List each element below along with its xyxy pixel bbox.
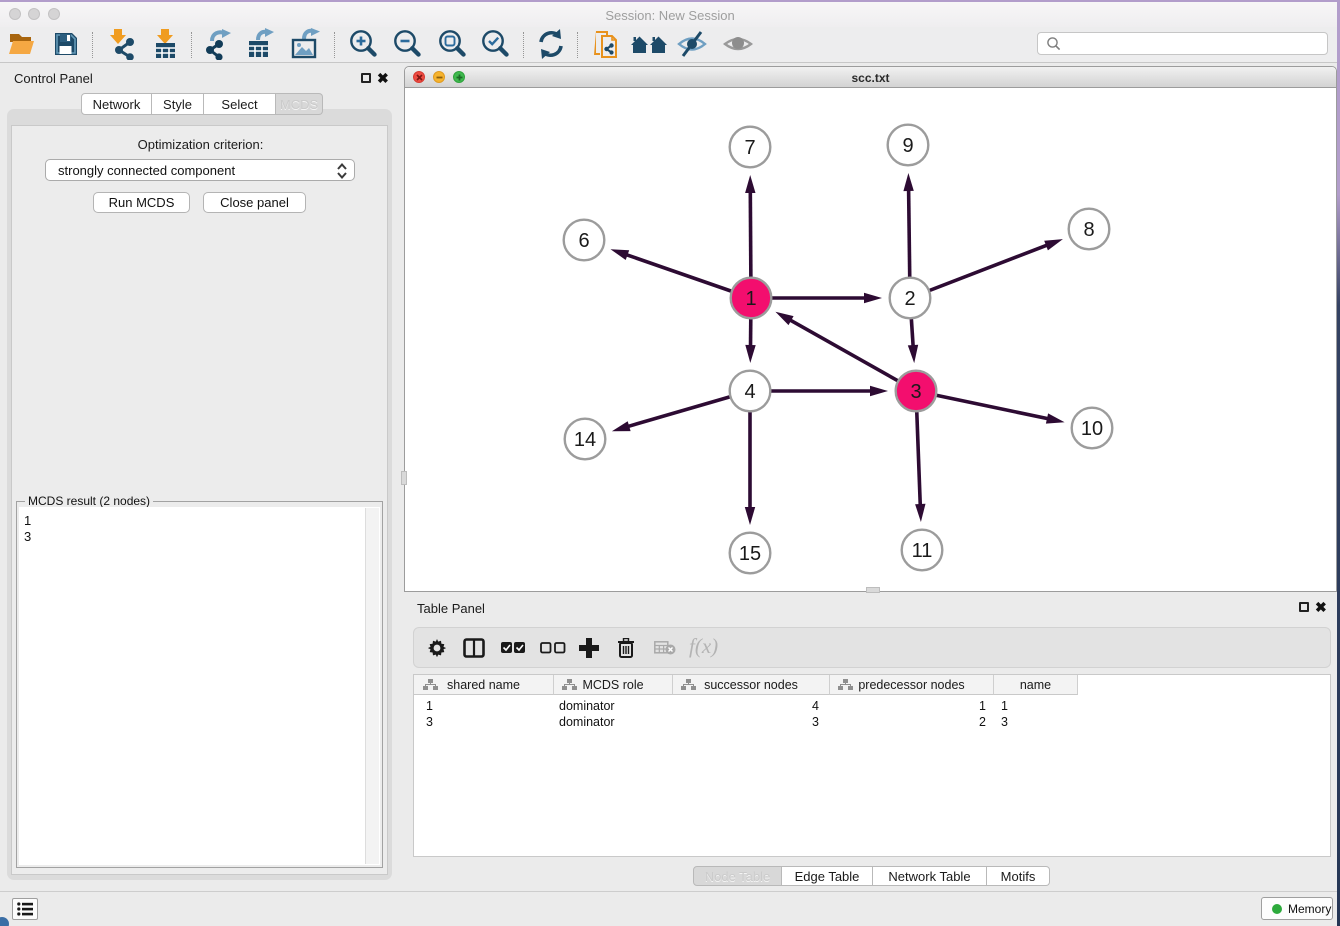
- svg-text:3: 3: [910, 381, 921, 403]
- svg-text:14: 14: [574, 429, 596, 451]
- svg-text:11: 11: [912, 540, 933, 562]
- svg-text:9: 9: [902, 135, 913, 157]
- svg-text:7: 7: [744, 137, 755, 159]
- svg-text:4: 4: [744, 381, 755, 403]
- svg-text:10: 10: [1081, 418, 1103, 440]
- svg-text:15: 15: [739, 543, 761, 565]
- svg-text:2: 2: [904, 288, 915, 310]
- svg-text:6: 6: [578, 230, 589, 252]
- svg-text:1: 1: [745, 288, 756, 310]
- svg-text:8: 8: [1083, 219, 1094, 241]
